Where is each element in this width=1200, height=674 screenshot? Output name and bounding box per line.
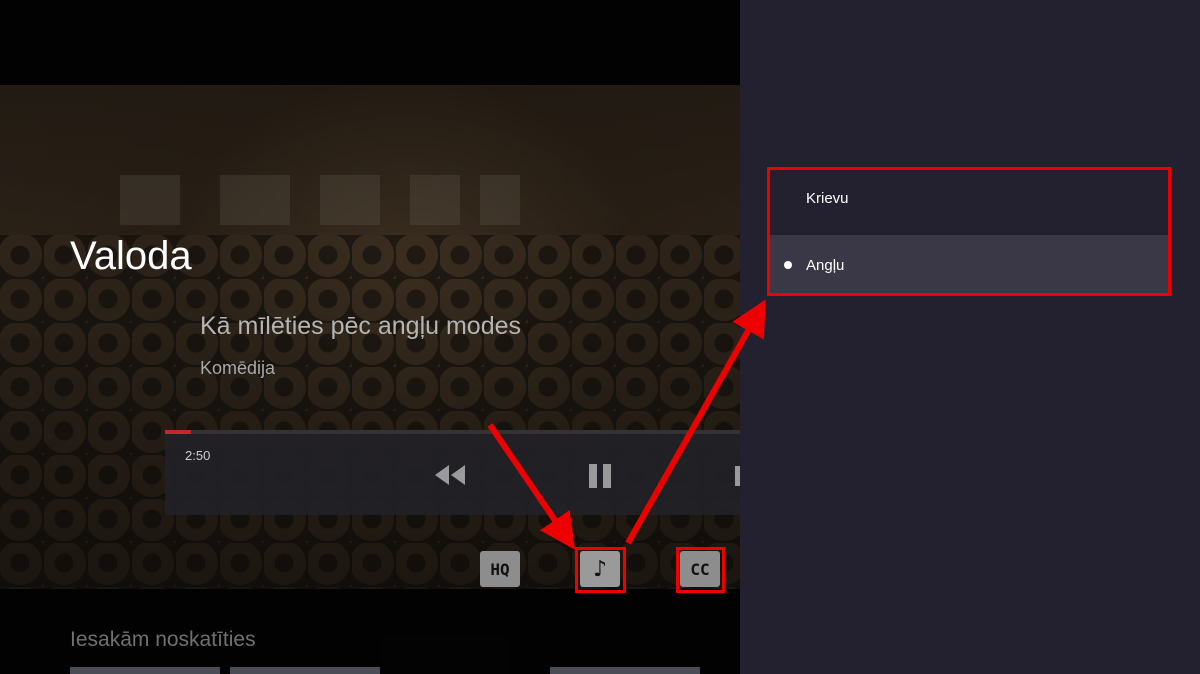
selected-dot-icon (784, 261, 792, 269)
language-option-anglu[interactable]: Angļu (768, 235, 1170, 295)
progress-fill (165, 430, 191, 434)
elapsed-time: 2:50 (185, 448, 211, 463)
recommendation-thumbnail[interactable] (70, 667, 220, 674)
subtitles-button[interactable]: CC (680, 551, 720, 587)
playback-controls: 2:50 (165, 430, 740, 515)
progress-bar[interactable] (165, 430, 740, 434)
language-option-label: Krievu (806, 189, 849, 207)
movie-title: Kā mīlēties pēc angļu modes (200, 312, 522, 340)
recommendation-thumbnail[interactable] (230, 667, 380, 674)
video-player: Valoda Kā mīlēties pēc angļu modes Komēd… (0, 0, 740, 674)
rewind-icon[interactable] (433, 463, 467, 487)
recommendation-thumbnail[interactable] (550, 667, 700, 674)
quality-button[interactable]: HQ (480, 551, 520, 587)
language-option-krievu[interactable]: Krievu (768, 168, 1170, 228)
recommendations-heading: Iesakām noskatīties (70, 628, 256, 651)
language-panel: Krievu Angļu (740, 0, 1200, 674)
movie-genre: Komēdija (200, 358, 276, 378)
language-option-label: Angļu (806, 256, 845, 274)
page-title: Valoda (70, 234, 192, 278)
audio-language-button[interactable]: ♪ (580, 551, 620, 587)
pause-icon[interactable] (588, 463, 612, 489)
